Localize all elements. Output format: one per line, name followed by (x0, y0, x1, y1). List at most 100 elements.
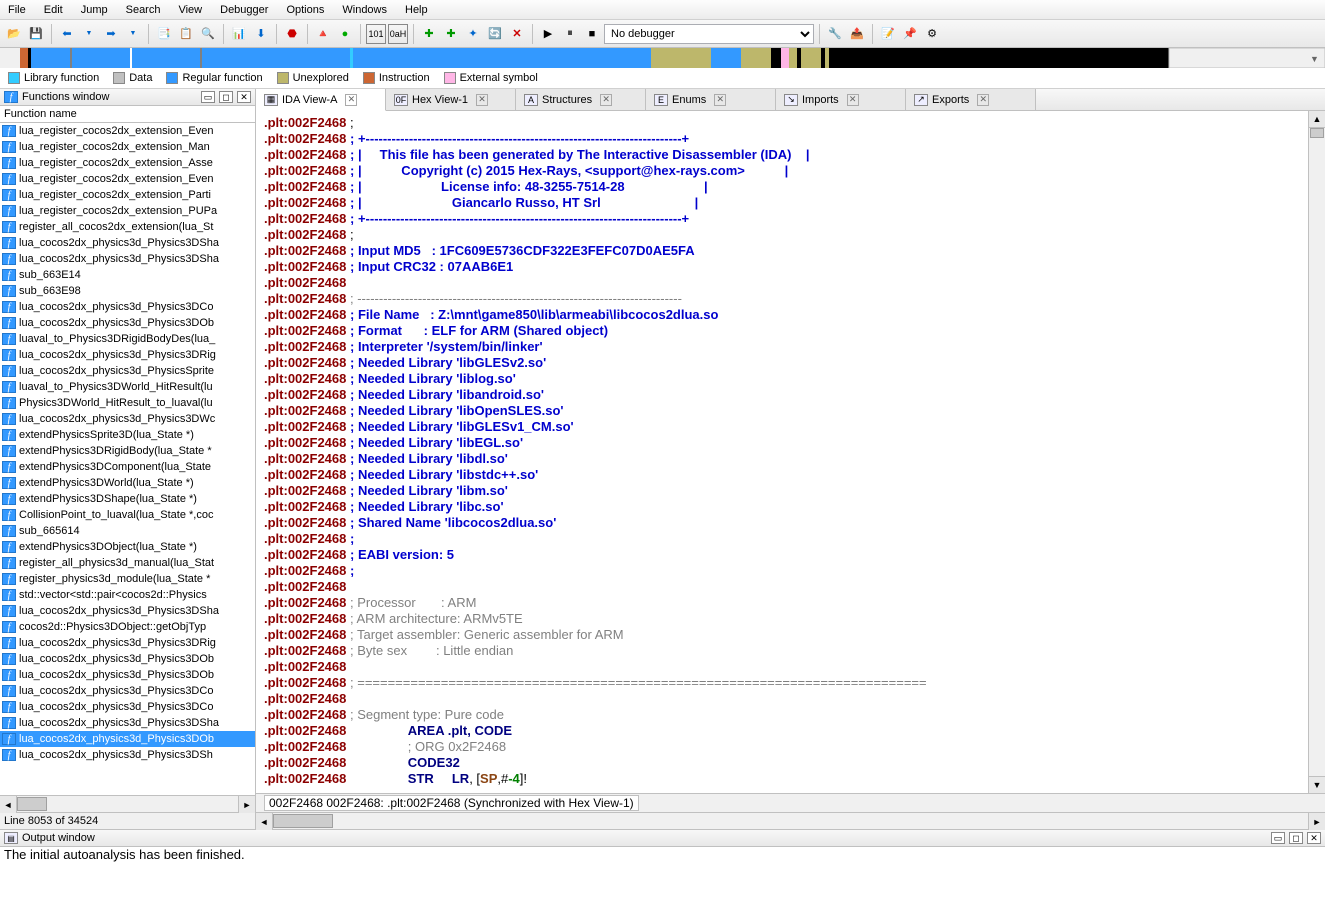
tab-exports[interactable]: ↗Exports✕ (906, 89, 1036, 110)
disasm-line[interactable]: .plt:002F2468 ; Needed Library 'libOpenS… (264, 403, 1317, 419)
disasm-line[interactable]: .plt:002F2468 ; Needed Library 'libandro… (264, 387, 1317, 403)
disasm-line[interactable]: .plt:002F2468 STR LR, [SP,#-4]! (264, 771, 1317, 787)
function-row[interactable]: flua_cocos2dx_physics3d_Physics3DOb (0, 667, 255, 683)
disasm-line[interactable]: .plt:002F2468 ; Needed Library 'libstdc+… (264, 467, 1317, 483)
maximize-icon[interactable]: ◻ (219, 91, 233, 103)
tab-hex-view-1[interactable]: 0FHex View-1✕ (386, 89, 516, 110)
function-row[interactable]: fextendPhysics3DWorld(lua_State *) (0, 475, 255, 491)
menu-item-file[interactable]: File (8, 4, 26, 16)
close-icon[interactable]: ✕ (1307, 832, 1321, 844)
function-row[interactable]: fsub_663E14 (0, 267, 255, 283)
disasm-line[interactable]: .plt:002F2468 ; | License info: 48-3255-… (264, 179, 1317, 195)
function-row[interactable]: flua_cocos2dx_physics3d_Physics3DCo (0, 299, 255, 315)
tab-close-icon[interactable]: ✕ (977, 94, 989, 106)
function-row[interactable]: flua_cocos2dx_physics3d_Physics3DCo (0, 683, 255, 699)
vertical-scrollbar[interactable]: ▲ ▼ (1308, 111, 1325, 793)
restore-icon[interactable]: ▭ (1271, 832, 1285, 844)
tab-close-icon[interactable]: ✕ (847, 94, 859, 106)
pause-icon[interactable]: ⏸ (560, 24, 580, 44)
scroll-left-icon[interactable]: ◄ (256, 813, 273, 830)
down-arrow-icon[interactable]: ⬇ (251, 24, 271, 44)
function-row[interactable]: flua_register_cocos2dx_extension_PUPa (0, 203, 255, 219)
tool-icon[interactable]: 📤 (847, 24, 867, 44)
disasm-line[interactable]: .plt:002F2468 ; | Copyright (c) 2015 Hex… (264, 163, 1317, 179)
menu-item-options[interactable]: Options (286, 4, 324, 16)
disasm-line[interactable]: .plt:002F2468 (264, 659, 1317, 675)
function-row[interactable]: flua_register_cocos2dx_extension_Parti (0, 187, 255, 203)
function-row[interactable]: flua_cocos2dx_physics3d_Physics3DRig (0, 635, 255, 651)
open-icon[interactable]: 📂 (4, 24, 24, 44)
disasm-line[interactable]: .plt:002F2468 ; Needed Library 'libm.so' (264, 483, 1317, 499)
play-icon[interactable]: ▶ (538, 24, 558, 44)
disasm-line[interactable]: .plt:002F2468 ; Needed Library 'liblog.s… (264, 371, 1317, 387)
disasm-line[interactable]: .plt:002F2468 (264, 691, 1317, 707)
tool-icon[interactable]: ✚ (419, 24, 439, 44)
function-row[interactable]: fcocos2d::Physics3DObject::getObjTyp (0, 619, 255, 635)
disasm-line[interactable]: .plt:002F2468 (264, 275, 1317, 291)
function-row[interactable]: fsub_663E98 (0, 283, 255, 299)
function-row[interactable]: fregister_all_cocos2dx_extension(lua_St (0, 219, 255, 235)
disasm-line[interactable]: .plt:002F2468 ; EABI version: 5 (264, 547, 1317, 563)
function-row[interactable]: flua_register_cocos2dx_extension_Even (0, 171, 255, 187)
tool-icon[interactable]: ✦ (463, 24, 483, 44)
disasm-line[interactable]: .plt:002F2468 ; ========================… (264, 675, 1317, 691)
function-row[interactable]: fCollisionPoint_to_luaval(lua_State *,co… (0, 507, 255, 523)
scroll-up-icon[interactable]: ▲ (1309, 111, 1325, 128)
function-row[interactable]: flua_register_cocos2dx_extension_Asse (0, 155, 255, 171)
disasm-line[interactable]: .plt:002F2468 ; Target assembler: Generi… (264, 627, 1317, 643)
disasm-line[interactable]: .plt:002F2468 ; Shared Name 'libcocos2dl… (264, 515, 1317, 531)
disasm-line[interactable]: .plt:002F2468 ; Processor : ARM (264, 595, 1317, 611)
function-row[interactable]: fextendPhysics3DRigidBody(lua_State * (0, 443, 255, 459)
function-row[interactable]: flua_cocos2dx_physics3d_PhysicsSprite (0, 363, 255, 379)
scroll-left-icon[interactable]: ◄ (0, 796, 17, 813)
disasm-line[interactable]: .plt:002F2468 ; Needed Library 'libEGL.s… (264, 435, 1317, 451)
back-icon[interactable]: ⬅ (57, 24, 77, 44)
disasm-line[interactable]: .plt:002F2468 ; (264, 115, 1317, 131)
disassembly-view[interactable]: .plt:002F2468 ;.plt:002F2468 ; +--------… (256, 111, 1325, 793)
disasm-line[interactable]: .plt:002F2468 ; Needed Library 'libGLESv… (264, 419, 1317, 435)
function-row[interactable]: flua_cocos2dx_physics3d_Physics3DSha (0, 715, 255, 731)
tool-icon[interactable]: ✚ (441, 24, 461, 44)
function-row[interactable]: fstd::vector<std::pair<cocos2d::Physics (0, 587, 255, 603)
disasm-line[interactable]: .plt:002F2468 ; | Giancarlo Russo, HT Sr… (264, 195, 1317, 211)
dropdown-icon[interactable]: ▼ (79, 24, 99, 44)
tool-icon[interactable]: 🔄 (485, 24, 505, 44)
tab-close-icon[interactable]: ✕ (345, 94, 357, 106)
restore-icon[interactable]: ▭ (201, 91, 215, 103)
function-row[interactable]: flua_cocos2dx_physics3d_Physics3DSha (0, 235, 255, 251)
tab-structures[interactable]: AStructures✕ (516, 89, 646, 110)
scroll-right-icon[interactable]: ► (238, 796, 255, 813)
maximize-icon[interactable]: ◻ (1289, 832, 1303, 844)
scroll-thumb[interactable] (17, 797, 47, 811)
tool-icon[interactable]: 🔍 (198, 24, 218, 44)
function-row[interactable]: flua_cocos2dx_physics3d_Physics3DSha (0, 251, 255, 267)
functions-list[interactable]: flua_register_cocos2dx_extension_Evenflu… (0, 123, 255, 795)
function-row[interactable]: fextendPhysics3DObject(lua_State *) (0, 539, 255, 555)
function-row[interactable]: fPhysics3DWorld_HitResult_to_luaval(lu (0, 395, 255, 411)
disasm-line[interactable]: .plt:002F2468 ; Needed Library 'libc.so' (264, 499, 1317, 515)
disasm-line[interactable]: .plt:002F2468 ; Input MD5 : 1FC609E5736C… (264, 243, 1317, 259)
function-row[interactable]: fregister_all_physics3d_manual(lua_Stat (0, 555, 255, 571)
hex-icon[interactable]: 0aH (388, 24, 408, 44)
debugger-select[interactable]: No debugger (604, 24, 814, 44)
tab-enums[interactable]: EEnums✕ (646, 89, 776, 110)
scroll-thumb[interactable] (273, 814, 333, 828)
disasm-line[interactable]: .plt:002F2468 ; Format : ELF for ARM (Sh… (264, 323, 1317, 339)
menu-item-help[interactable]: Help (405, 4, 428, 16)
scroll-right-icon[interactable]: ► (1308, 813, 1325, 830)
functions-column-header[interactable]: Function name (0, 106, 255, 123)
stop-icon[interactable]: ⬣ (282, 24, 302, 44)
tab-close-icon[interactable]: ✕ (476, 94, 488, 106)
function-row[interactable]: fluaval_to_Physics3DRigidBodyDes(lua_ (0, 331, 255, 347)
disasm-line[interactable]: .plt:002F2468 ; +-----------------------… (264, 131, 1317, 147)
function-row[interactable]: fluaval_to_Physics3DWorld_HitResult(lu (0, 379, 255, 395)
menu-item-windows[interactable]: Windows (342, 4, 387, 16)
tool-icon[interactable]: 📑 (154, 24, 174, 44)
tool-icon[interactable]: 📊 (229, 24, 249, 44)
breakpoint-icon[interactable]: 🔺 (313, 24, 333, 44)
dropdown-icon[interactable]: ▼ (123, 24, 143, 44)
disasm-line[interactable]: .plt:002F2468 ; File Name : Z:\mnt\game8… (264, 307, 1317, 323)
function-row[interactable]: flua_register_cocos2dx_extension_Man (0, 139, 255, 155)
disasm-line[interactable]: .plt:002F2468 ; ORG 0x2F2468 (264, 739, 1317, 755)
disasm-line[interactable]: .plt:002F2468 ; Interpreter '/system/bin… (264, 339, 1317, 355)
